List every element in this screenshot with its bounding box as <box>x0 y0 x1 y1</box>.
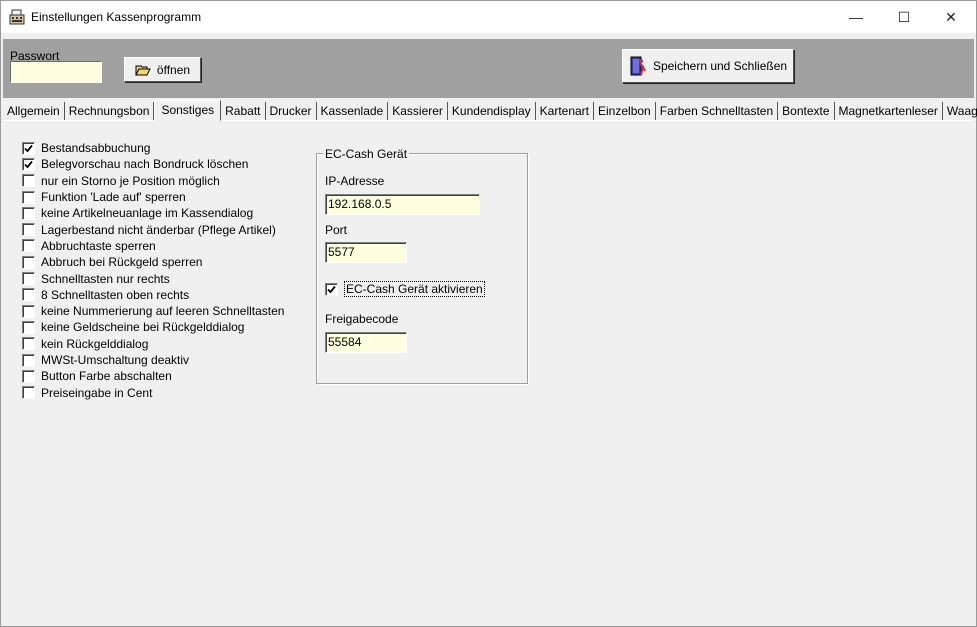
option-label: keine Artikelneuanlage im Kassendialog <box>41 206 254 221</box>
settings-tabs: Allgemein Rechnungsbon Sonstiges Rabatt Druc… <box>3 100 977 121</box>
checkbox-box[interactable] <box>22 369 35 383</box>
release-code-label: Freigabecode <box>325 312 399 326</box>
checkbox-box[interactable] <box>22 288 35 302</box>
checkbox-box[interactable] <box>22 223 35 237</box>
checkbox-box[interactable] <box>22 337 35 351</box>
option-checkbox[interactable]: keine Artikelneuanlage im Kassendialog <box>22 205 284 221</box>
tab-allgemein[interactable]: Allgemein <box>3 102 65 120</box>
option-checkbox[interactable]: MWSt-Umschaltung deaktiv <box>22 352 284 368</box>
save-and-close-label: Speichern und Schließen <box>652 59 788 73</box>
checkbox-box[interactable] <box>22 157 35 171</box>
ip-address-label: IP-Adresse <box>325 174 385 188</box>
checkbox-box[interactable] <box>22 255 35 269</box>
open-button-label: öffnen <box>156 62 191 77</box>
option-label: keine Nummerierung auf leeren Schnelltas… <box>41 304 285 319</box>
ec-cash-activate-checkbox[interactable]: EC-Cash Gerät aktivieren <box>325 281 485 297</box>
checkbox-box[interactable] <box>22 174 35 188</box>
option-label: Schnelltasten nur rechts <box>41 271 170 286</box>
tab-drucker[interactable]: Drucker <box>266 102 317 120</box>
checkbox-box[interactable] <box>22 320 35 334</box>
maximize-button[interactable]: ☐ <box>881 1 927 33</box>
port-input[interactable]: 5577 <box>325 242 407 263</box>
checkbox-box[interactable] <box>22 304 35 318</box>
release-code-input[interactable]: 55584 <box>325 332 407 353</box>
option-checkbox[interactable]: Abbruchtaste sperren <box>22 238 284 254</box>
option-label: keine Geldscheine bei Rückgelddialog <box>41 320 245 335</box>
option-label: Abbruch bei Rückgeld sperren <box>41 255 203 270</box>
option-label: 8 Schnelltasten oben rechts <box>41 287 190 302</box>
option-label: Preiseingabe in Cent <box>41 385 153 400</box>
password-input[interactable] <box>10 61 102 83</box>
open-button[interactable]: öffnen <box>124 57 201 82</box>
minimize-button[interactable]: — <box>833 1 879 33</box>
tab-kassierer[interactable]: Kassierer <box>388 102 448 120</box>
option-checkbox[interactable]: nur ein Storno je Position möglich <box>22 173 284 189</box>
option-label: kein Rückgelddialog <box>41 336 149 351</box>
option-label: Lagerbestand nicht änderbar (Pflege Arti… <box>41 222 276 237</box>
option-checkbox[interactable]: 8 Schnelltasten oben rechts <box>22 287 284 303</box>
option-label: MWSt-Umschaltung deaktiv <box>41 353 190 367</box>
option-checkbox[interactable]: kein Rückgelddialog <box>22 336 284 352</box>
checkbox-box[interactable] <box>22 272 35 286</box>
window-title: Einstellungen Kassenprogramm <box>31 10 202 24</box>
save-and-close-button[interactable]: Speichern und Schließen <box>622 49 794 83</box>
option-checkbox[interactable]: keine Nummerierung auf leeren Schnelltas… <box>22 303 284 319</box>
settings-window: Einstellungen Kassenprogramm — ☐ ✕ Passw… <box>0 0 977 627</box>
close-icon: ✕ <box>945 8 957 25</box>
tab-waage[interactable]: Waage <box>943 102 977 120</box>
tab-sonstiges[interactable]: Sonstiges <box>154 100 222 121</box>
option-checkbox[interactable]: Belegvorschau nach Bondruck löschen <box>22 156 284 172</box>
tab-kartenart[interactable]: Kartenart <box>536 102 595 120</box>
option-label: nur ein Storno je Position möglich <box>41 173 220 188</box>
tab-kundendisplay[interactable]: Kundendisplay <box>448 102 536 120</box>
tab-kassenlade[interactable]: Kassenlade <box>317 102 389 120</box>
cash-register-icon <box>9 9 25 25</box>
ec-cash-group-title: EC-Cash Gerät <box>323 147 410 161</box>
tab-farben-schnelltasten[interactable]: Farben Schnelltasten <box>656 102 779 120</box>
option-label: Bestandsabbuchung <box>41 141 151 156</box>
options-list: Bestandsabbuchung Belegvorschau nach Bond… <box>22 140 284 401</box>
tab-rechnungsbon[interactable]: Rechnungsbon <box>65 102 155 120</box>
checkbox-box[interactable] <box>22 353 35 367</box>
minimize-icon: — <box>849 9 863 25</box>
checkbox-box[interactable] <box>22 141 35 155</box>
checkbox-box[interactable] <box>22 239 35 253</box>
checkbox-box[interactable] <box>22 386 35 400</box>
checkbox-box[interactable] <box>22 190 35 204</box>
tab-magnetkartenleser[interactable]: Magnetkartenleser <box>835 102 943 120</box>
option-checkbox[interactable]: Bestandsabbuchung <box>22 140 284 156</box>
maximize-icon: ☐ <box>897 8 911 25</box>
option-label: Funktion 'Lade auf' sperren <box>41 190 186 205</box>
option-checkbox[interactable]: Schnelltasten nur rechts <box>22 270 284 286</box>
option-checkbox[interactable]: Abbruch bei Rückgeld sperren <box>22 254 284 270</box>
tab-einzelbon[interactable]: Einzelbon <box>594 102 656 120</box>
tab-rabatt[interactable]: Rabatt <box>221 102 266 120</box>
option-checkbox[interactable]: Lagerbestand nicht änderbar (Pflege Arti… <box>22 221 284 237</box>
option-label: Belegvorschau nach Bondruck löschen <box>41 157 249 172</box>
password-panel: Passwort öffnen Speichern und Schließen <box>3 39 974 98</box>
ec-cash-group: EC-Cash Gerät IP-Adresse 192.168.0.5 Por… <box>316 147 528 384</box>
option-checkbox[interactable]: Preiseingabe in Cent <box>22 384 284 400</box>
folder-open-icon <box>135 64 151 76</box>
option-checkbox[interactable]: Funktion 'Lade auf' sperren <box>22 189 284 205</box>
option-checkbox[interactable]: Button Farbe abschalten <box>22 368 284 384</box>
checkbox-box[interactable] <box>325 282 338 296</box>
close-button[interactable]: ✕ <box>928 1 974 33</box>
ec-cash-activate-label: EC-Cash Gerät aktivieren <box>344 281 485 297</box>
title-bar: Einstellungen Kassenprogramm — ☐ ✕ <box>1 1 976 33</box>
option-checkbox[interactable]: keine Geldscheine bei Rückgelddialog <box>22 319 284 335</box>
port-label: Port <box>325 223 348 237</box>
checkbox-box[interactable] <box>22 206 35 220</box>
exit-door-icon <box>629 55 647 77</box>
option-label: Abbruchtaste sperren <box>41 238 156 253</box>
tab-bontexte[interactable]: Bontexte <box>778 102 835 120</box>
option-label: Button Farbe abschalten <box>41 369 172 384</box>
ip-address-input[interactable]: 192.168.0.5 <box>325 194 480 215</box>
